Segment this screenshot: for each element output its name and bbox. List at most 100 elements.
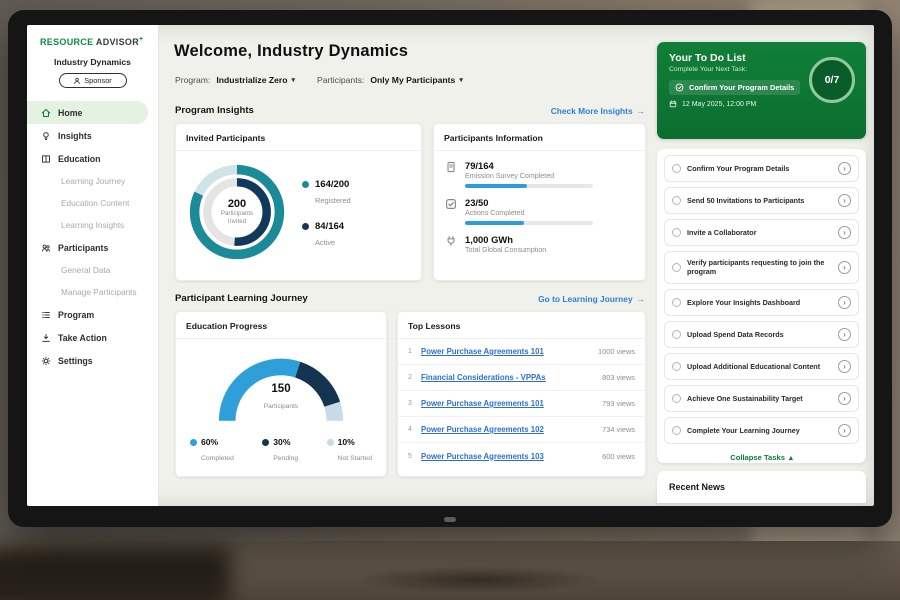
sidebar-item-label: Participants bbox=[58, 243, 108, 253]
recent-news-header[interactable]: Recent News bbox=[657, 471, 866, 503]
active-label: Active bbox=[315, 238, 335, 247]
lesson-views: 803 views bbox=[602, 373, 635, 382]
monitor-logo-dot bbox=[444, 517, 456, 522]
home-icon bbox=[41, 108, 51, 118]
task-row-upload-spend-data[interactable]: Upload Spend Data Records › bbox=[664, 321, 859, 348]
sidebar-item-take-action[interactable]: Take Action bbox=[27, 326, 158, 349]
chevron-right-icon[interactable]: › bbox=[838, 226, 851, 239]
legend-label: Pending bbox=[273, 455, 298, 462]
task-checkbox[interactable] bbox=[672, 394, 681, 403]
sidebar-item-manage-participants[interactable]: Manage Participants bbox=[27, 281, 158, 303]
task-checkbox[interactable] bbox=[672, 228, 681, 237]
task-label: Achieve One Sustainability Target bbox=[687, 394, 832, 403]
sidebar-item-program[interactable]: Program bbox=[27, 303, 158, 326]
task-checkbox[interactable] bbox=[672, 298, 681, 307]
legend-pct: 30% bbox=[273, 437, 298, 447]
lesson-row: 1 Power Purchase Agreements 101 1000 vie… bbox=[398, 339, 645, 365]
due-date-label: 12 May 2025, 12:00 PM bbox=[682, 101, 756, 108]
sidebar-item-label: General Data bbox=[61, 265, 110, 275]
org-name: Industry Dynamics bbox=[27, 57, 158, 67]
legend-completed: 60%Completed bbox=[190, 437, 234, 465]
gauge-center: 150 Participants bbox=[211, 383, 351, 413]
chevron-right-icon[interactable]: › bbox=[838, 296, 851, 309]
participants-select[interactable]: Only My Participants ▾ bbox=[370, 75, 463, 85]
sidebar-item-label: Learning Insights bbox=[61, 220, 124, 230]
lesson-rank: 3 bbox=[408, 400, 421, 407]
task-checkbox[interactable] bbox=[672, 196, 681, 205]
participants-filter-label: Participants: bbox=[317, 75, 364, 85]
legend-pct: 10% bbox=[338, 437, 372, 447]
app-logo[interactable]: RESOURCE ADVISOR+ bbox=[27, 25, 158, 47]
task-checkbox[interactable] bbox=[672, 330, 681, 339]
sponsor-icon bbox=[73, 77, 81, 85]
todo-task-list: Confirm Your Program Details › Send 50 I… bbox=[657, 149, 866, 463]
chevron-right-icon[interactable]: › bbox=[838, 162, 851, 175]
task-label: Send 50 Invitations to Participants bbox=[687, 196, 832, 205]
dashboard-screen: RESOURCE ADVISOR+ Industry Dynamics Spon… bbox=[27, 25, 874, 506]
sidebar-item-education[interactable]: Education bbox=[27, 147, 158, 170]
lesson-link[interactable]: Power Purchase Agreements 101 bbox=[421, 399, 596, 408]
lesson-rank: 1 bbox=[408, 348, 421, 355]
donut-legend: 164/200 Registered 84/164 Active bbox=[302, 179, 351, 265]
task-row-send-invitations[interactable]: Send 50 Invitations to Participants › bbox=[664, 187, 859, 214]
next-task-chip[interactable]: Confirm Your Program Details bbox=[669, 80, 800, 95]
chevron-right-icon[interactable]: › bbox=[838, 261, 851, 274]
registered-dot bbox=[302, 181, 309, 188]
sidebar-item-general-data[interactable]: General Data bbox=[27, 259, 158, 281]
sidebar-item-label: Settings bbox=[58, 356, 93, 366]
card-title: Education Progress bbox=[176, 312, 386, 339]
sponsor-badge: Sponsor bbox=[59, 73, 127, 88]
task-row-invite-collaborator[interactable]: Invite a Collaborator › bbox=[664, 219, 859, 246]
sidebar-item-settings[interactable]: Settings bbox=[27, 349, 158, 372]
gauge-value: 150 bbox=[211, 383, 351, 395]
stat-consumption: 1,000 GWh Total Global Consumption bbox=[445, 234, 634, 254]
sidebar-item-label: Manage Participants bbox=[61, 287, 137, 297]
check-more-insights-link[interactable]: Check More Insights → bbox=[551, 106, 645, 116]
stat-value: 23/50 bbox=[465, 197, 593, 208]
sidebar-item-learning-journey[interactable]: Learning Journey bbox=[27, 170, 158, 192]
sidebar-item-participants[interactable]: Participants bbox=[27, 236, 158, 259]
chevron-right-icon[interactable]: › bbox=[838, 424, 851, 437]
section-title: Program Insights bbox=[175, 105, 254, 116]
sidebar-item-home[interactable]: Home bbox=[27, 101, 148, 124]
card-title: Top Lessons bbox=[398, 312, 645, 339]
task-row-upload-educational-content[interactable]: Upload Additional Educational Content › bbox=[664, 353, 859, 380]
chevron-right-icon[interactable]: › bbox=[838, 392, 851, 405]
task-label: Upload Additional Educational Content bbox=[687, 362, 832, 371]
chevron-right-icon[interactable]: › bbox=[838, 360, 851, 373]
task-checkbox[interactable] bbox=[672, 426, 681, 435]
sidebar-item-education-content[interactable]: Education Content bbox=[27, 192, 158, 214]
completed-dot bbox=[190, 439, 197, 446]
legend-pct: 60% bbox=[201, 437, 234, 447]
task-checkbox[interactable] bbox=[672, 362, 681, 371]
lesson-row: 4 Power Purchase Agreements 102 734 view… bbox=[398, 417, 645, 443]
sidebar-item-insights[interactable]: Insights bbox=[27, 124, 158, 147]
plug-icon bbox=[445, 235, 457, 247]
lesson-link[interactable]: Power Purchase Agreements 102 bbox=[421, 425, 596, 434]
actions-progress-bar bbox=[465, 221, 593, 225]
collapse-tasks-button[interactable]: Collapse Tasks ▴ bbox=[664, 449, 859, 462]
lesson-link[interactable]: Power Purchase Agreements 103 bbox=[421, 452, 596, 461]
action-icon bbox=[41, 333, 51, 343]
chevron-right-icon[interactable]: › bbox=[838, 194, 851, 207]
program-select[interactable]: Industrialize Zero ▾ bbox=[216, 75, 295, 85]
sidebar-item-label: Education bbox=[58, 154, 101, 164]
task-checkbox[interactable] bbox=[672, 164, 681, 173]
task-row-explore-insights[interactable]: Explore Your Insights Dashboard › bbox=[664, 289, 859, 316]
emission-progress-bar bbox=[465, 184, 593, 188]
task-row-complete-learning-journey[interactable]: Complete Your Learning Journey › bbox=[664, 417, 859, 444]
sidebar-item-learning-insights[interactable]: Learning Insights bbox=[27, 214, 158, 236]
chevron-right-icon[interactable]: › bbox=[838, 328, 851, 341]
lesson-link[interactable]: Power Purchase Agreements 101 bbox=[421, 347, 592, 356]
lesson-link[interactable]: Financial Considerations - VPPAs bbox=[421, 373, 596, 382]
sidebar-nav: Home Insights Education Learning Journey bbox=[27, 101, 158, 372]
task-row-confirm-program[interactable]: Confirm Your Program Details › bbox=[664, 155, 859, 182]
logo-plus: + bbox=[139, 36, 143, 43]
lesson-rank: 4 bbox=[408, 426, 421, 433]
task-checkbox[interactable] bbox=[672, 263, 681, 272]
task-row-achieve-target[interactable]: Achieve One Sustainability Target › bbox=[664, 385, 859, 412]
task-row-verify-participants[interactable]: Verify participants requesting to join t… bbox=[664, 251, 859, 284]
todo-progress-value: 0/7 bbox=[825, 74, 840, 86]
go-to-learning-journey-link[interactable]: Go to Learning Journey → bbox=[538, 294, 645, 304]
legend-registered: 164/200 Registered bbox=[302, 179, 351, 208]
